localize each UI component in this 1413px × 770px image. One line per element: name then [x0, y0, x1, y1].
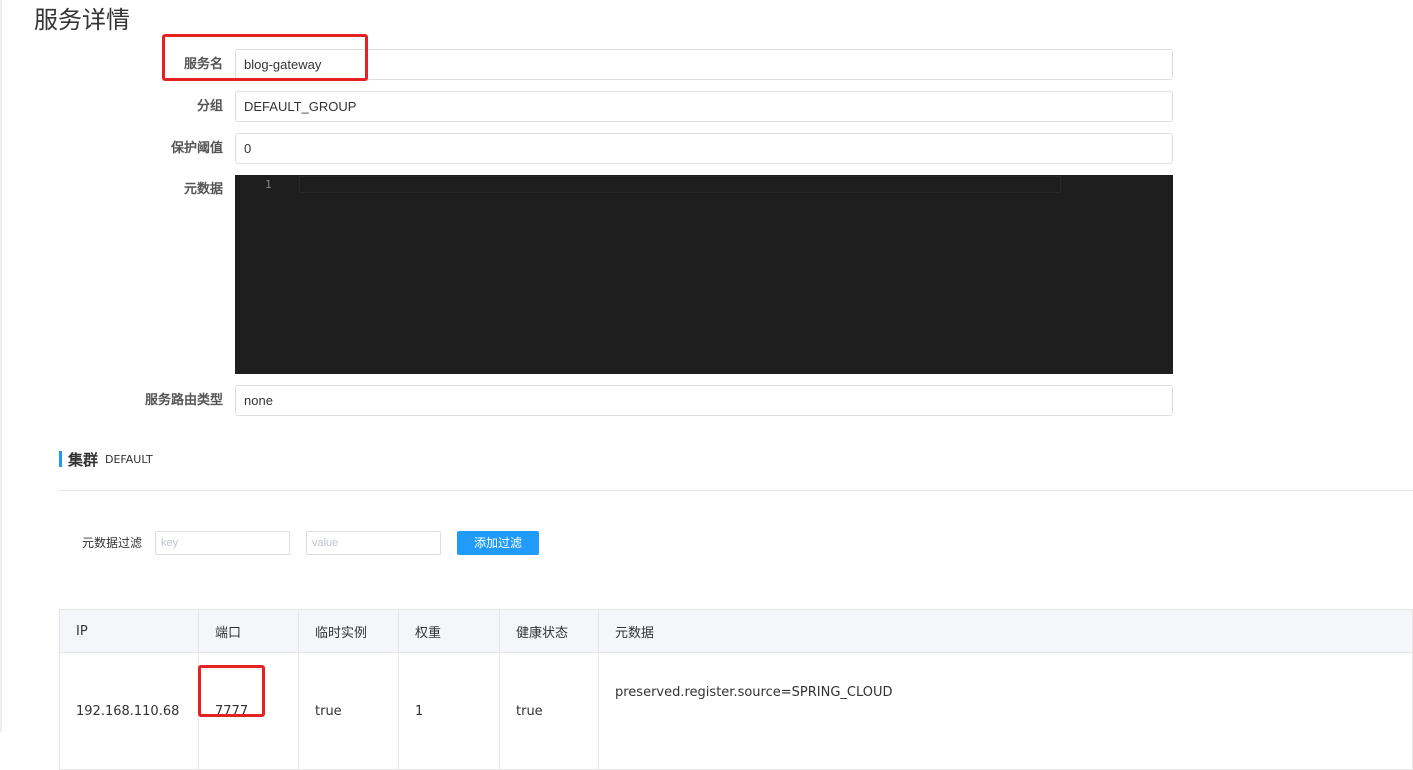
column-header-metadata: 元数据 — [598, 609, 1413, 653]
add-filter-button[interactable]: 添加过滤 — [457, 531, 539, 555]
cell-metadata: preserved.register.source=SPRING_CLOUD — [598, 652, 1413, 770]
group-label: 分组 — [196, 99, 223, 114]
metadata-editor[interactable]: 1 — [235, 175, 1173, 374]
cluster-name: DEFAULT — [105, 452, 153, 466]
column-header-health: 健康状态 — [499, 609, 599, 653]
table-header-row: IP 端口 临时实例 权重 健康状态 元数据 — [59, 609, 1413, 653]
selector-type-field[interactable] — [235, 385, 1173, 416]
service-name-highlight — [162, 34, 368, 81]
cluster-title: 集群 — [68, 450, 99, 469]
left-border — [0, 0, 2, 732]
cluster-accent-bar — [59, 451, 62, 467]
column-header-ephemeral: 临时实例 — [298, 609, 399, 653]
cell-health: true — [499, 652, 599, 770]
metadata-filter-label: 元数据过滤 — [82, 536, 143, 550]
cell-weight: 1 — [398, 652, 500, 770]
cell-ephemeral: true — [298, 652, 399, 770]
service-name-field[interactable] — [235, 49, 1173, 80]
cluster-header: 集群 DEFAULT — [59, 450, 153, 469]
page-title: 服务详情 — [34, 6, 130, 34]
group-field[interactable] — [235, 91, 1173, 122]
column-header-port: 端口 — [198, 609, 299, 653]
selector-type-label: 服务路由类型 — [144, 393, 223, 408]
filter-value-input[interactable] — [306, 531, 441, 555]
column-header-ip: IP — [59, 609, 199, 653]
filter-key-input[interactable] — [155, 531, 290, 555]
editor-current-line — [299, 176, 1061, 193]
editor-line-number: 1 — [265, 178, 272, 191]
metadata-label: 元数据 — [183, 182, 223, 197]
protect-threshold-field[interactable] — [235, 133, 1173, 164]
cell-ip: 192.168.110.68 — [59, 652, 199, 770]
column-header-weight: 权重 — [398, 609, 500, 653]
port-highlight — [198, 665, 265, 717]
protect-threshold-label: 保护阈值 — [170, 141, 223, 156]
cluster-divider — [59, 490, 1413, 491]
